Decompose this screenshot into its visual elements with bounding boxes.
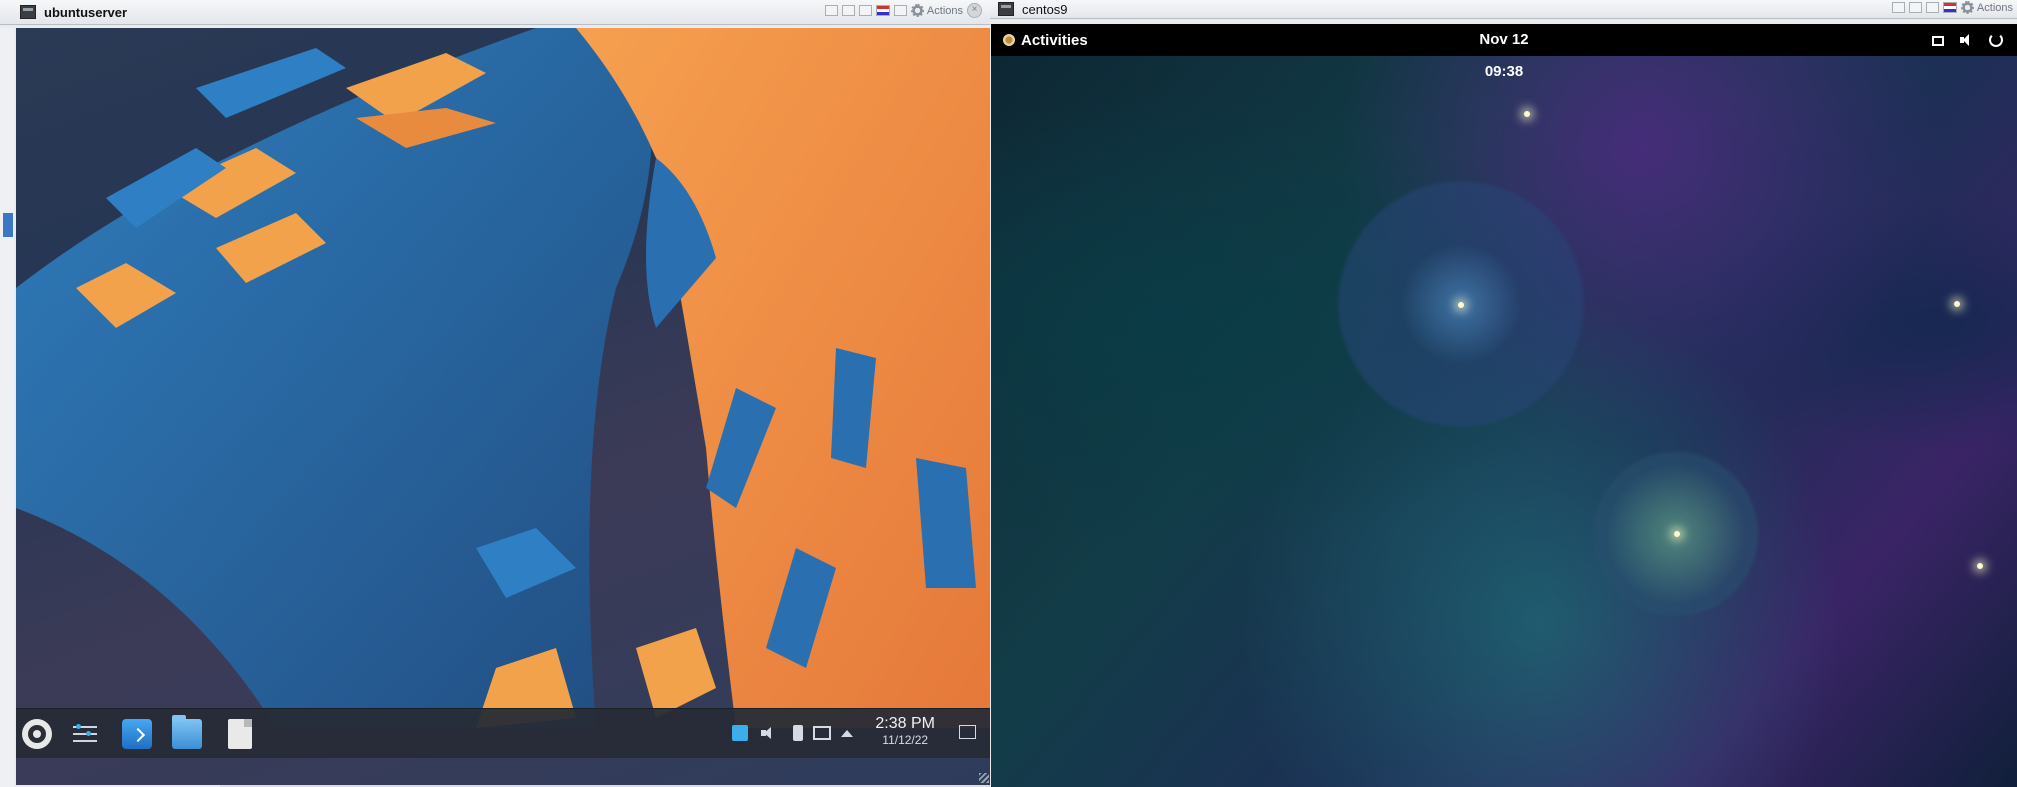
- kde-taskbar: 2:38 PM 11/12/22: [16, 708, 990, 758]
- usb-device-icon[interactable]: [793, 725, 803, 741]
- kde-wallpaper: [16, 28, 990, 728]
- monitor-icon: [998, 2, 1014, 16]
- network-icon[interactable]: [1932, 36, 1944, 46]
- monitor-icon: [20, 5, 36, 19]
- show-desktop-icon[interactable]: [959, 725, 976, 739]
- restore-button[interactable]: [824, 5, 838, 16]
- window-menu-button[interactable]: [893, 5, 907, 16]
- right-titlebar[interactable]: centos9 Actions: [990, 0, 2017, 19]
- window-controls: Actions: [1891, 1, 2013, 14]
- power-icon[interactable]: [1989, 33, 2003, 47]
- system-settings-icon[interactable]: [70, 719, 100, 749]
- centos9-window: centos9 Actions Activities Nov 12 09:38: [990, 0, 2017, 787]
- volume-icon[interactable]: [1960, 33, 1974, 47]
- date-time-menu[interactable]: Nov 12 09:38: [1461, 24, 1547, 88]
- notification-icon[interactable]: [732, 725, 748, 741]
- resize-grip-icon[interactable]: [979, 773, 989, 783]
- actions-menu[interactable]: Actions: [1960, 1, 2013, 14]
- ubuntuserver-window: ubuntuserver Actions × 2:38 PM 11/12/22: [0, 0, 990, 787]
- gnome-desktop[interactable]: Activities Nov 12 09:38: [991, 24, 2017, 787]
- expand-tray-arrow-icon[interactable]: [841, 730, 853, 737]
- activities-icon: [1003, 34, 1015, 46]
- edge-marker: [3, 213, 13, 237]
- minimize-button[interactable]: [1908, 2, 1922, 13]
- keyboard-layout-flag-icon[interactable]: [1942, 2, 1957, 13]
- maximize-button[interactable]: [1925, 2, 1939, 13]
- actions-menu[interactable]: Actions: [910, 4, 963, 17]
- wallpaper-star: [1954, 301, 1960, 307]
- display-icon[interactable]: [813, 726, 831, 740]
- minimize-button[interactable]: [841, 5, 855, 16]
- left-titlebar[interactable]: ubuntuserver Actions ×: [0, 0, 990, 25]
- gnome-top-bar: Activities Nov 12 09:38: [991, 24, 2017, 80]
- activities-button[interactable]: Activities: [1003, 24, 1088, 56]
- maximize-button[interactable]: [858, 5, 872, 16]
- wallpaper-star: [1674, 531, 1680, 537]
- text-editor-icon[interactable]: [228, 719, 252, 749]
- wallpaper-star: [1977, 563, 1983, 569]
- close-button[interactable]: ×: [967, 3, 982, 18]
- actions-label: Actions: [926, 4, 963, 17]
- dolphin-file-manager-icon[interactable]: [172, 715, 202, 749]
- gear-icon: [1960, 1, 1974, 14]
- left-edge-strip: [0, 28, 14, 787]
- kde-desktop[interactable]: 2:38 PM 11/12/22: [16, 28, 990, 785]
- actions-label: Actions: [1976, 1, 2013, 14]
- application-launcher-icon[interactable]: [22, 719, 52, 749]
- wallpaper-star: [1458, 302, 1464, 308]
- window-controls: Actions ×: [824, 3, 982, 18]
- digital-clock[interactable]: 2:38 PM 11/12/22: [875, 715, 935, 747]
- window-title: centos9: [1022, 1, 1068, 17]
- clock-time: 2:38 PM: [875, 715, 935, 732]
- wallpaper-star: [1524, 111, 1530, 117]
- system-tray: 2:38 PM 11/12/22: [691, 709, 990, 758]
- volume-muted-icon[interactable]: [760, 725, 776, 741]
- restore-button[interactable]: [1891, 2, 1905, 13]
- clock-date: 11/12/22: [882, 733, 929, 747]
- gear-icon: [910, 4, 924, 17]
- discover-icon[interactable]: [122, 719, 152, 749]
- activities-label: Activities: [1021, 31, 1088, 49]
- keyboard-layout-flag-icon[interactable]: [875, 5, 890, 16]
- window-title: ubuntuserver: [44, 4, 128, 20]
